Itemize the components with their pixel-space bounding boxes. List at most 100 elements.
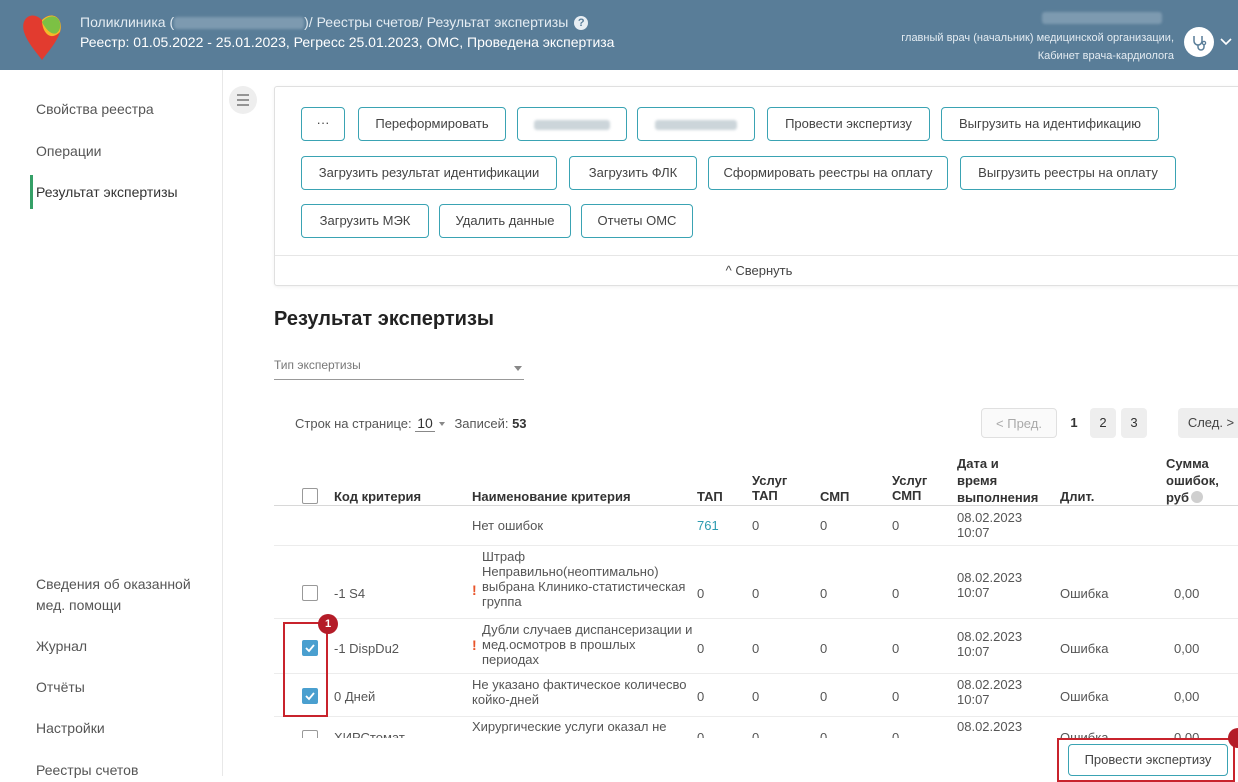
col-header-smp[interactable]: СМП [820, 489, 849, 504]
records-label: Записей: [454, 416, 509, 431]
more-actions-button[interactable]: ··· [301, 107, 345, 141]
cell-tap-link[interactable]: 761 [697, 518, 719, 533]
cell-uslug-tap: 0 [752, 730, 760, 738]
cell-name-line2: мед.осмотров в прошлых [482, 637, 636, 652]
cell-sum: 0,00 [1174, 641, 1200, 656]
table-row-partial: ХИРСтомат Хирургические услуги оказал не… [274, 717, 1238, 738]
cell-smp: 0 [820, 641, 828, 656]
reformat-button[interactable]: Переформировать [358, 107, 506, 141]
cell-name: Хирургические услуги оказал не [472, 719, 667, 734]
cell-name-line4: группа [482, 594, 522, 609]
cell-tap: 0 [697, 689, 705, 704]
help-icon[interactable]: ? [574, 16, 589, 30]
sidebar-item-expertise-result[interactable]: Результат экспертизы [36, 182, 178, 202]
form-payment-registries-button[interactable]: Сформировать реестры на оплату [708, 156, 948, 190]
cell-name: Не указано фактическое количесво койко-д… [472, 677, 687, 707]
rows-per-page-select[interactable]: 10 [415, 415, 435, 432]
cell-name-line1: Дубли случаев диспансеризации и [482, 622, 693, 637]
select-all-checkbox[interactable] [302, 488, 318, 504]
cell-date-line1: 08.02.2023 [957, 677, 1023, 692]
expertise-type-select[interactable]: Тип экспертизы [274, 358, 361, 372]
col-header-uslug-tap[interactable]: Услуг ТАП [752, 473, 787, 503]
page-1-button[interactable]: 1 [1061, 408, 1087, 438]
cell-name-line2: койко-дней [472, 692, 539, 707]
registry-info: Реестр: 01.05.2022 - 25.01.2023, Регресс… [80, 34, 614, 50]
sidebar-divider [222, 70, 223, 776]
cell-uslug-smp: 0 [892, 689, 900, 704]
breadcrumb-suffix: )/ Реестры счетов/ Результат экспертизы [304, 14, 569, 30]
sidebar [0, 70, 222, 776]
page-3-button[interactable]: 3 [1121, 408, 1147, 438]
cell-name: Дубли случаев диспансеризации и мед.осмо… [482, 622, 692, 667]
cell-smp: 0 [820, 518, 828, 533]
load-flk-button[interactable]: Загрузить ФЛК [569, 156, 697, 190]
cell-code: ХИРСтомат [334, 730, 405, 738]
col-header-date-line3: выполнения [957, 490, 1039, 505]
cell-sum: 0,00 [1174, 586, 1200, 601]
page-title: Результат экспертизы [274, 308, 494, 330]
cell-dlit: Ошибка [1060, 586, 1109, 601]
warning-icon: ! [472, 637, 477, 653]
col-header-code[interactable]: Код критерия [334, 489, 421, 504]
caret-down-icon[interactable] [438, 422, 445, 426]
cell-name-line1: Не указано фактическое количесво [472, 677, 687, 692]
help-icon[interactable] [1191, 491, 1204, 503]
pager-info: Строк на странице: 10 Записей: 53 [295, 415, 527, 432]
collapse-button[interactable]: ^ Свернуть [275, 255, 1238, 287]
col-header-sum[interactable]: Сумма ошибок, руб [1166, 456, 1219, 505]
cell-date: 08.02.2023 10:07 [957, 677, 1022, 707]
cell-uslug-tap: 0 [752, 518, 760, 533]
chevron-down-icon[interactable] [1218, 33, 1234, 49]
sidebar-item-registry-props[interactable]: Свойства реестра [36, 99, 154, 119]
user-role: главный врач (начальник) медицинской орг… [901, 32, 1174, 44]
cell-date-line1: 08.02.2023 [957, 510, 1023, 525]
sidebar-item-reports[interactable]: Отчёты [36, 677, 85, 697]
warning-icon: ! [472, 582, 477, 598]
sidebar-item-settings[interactable]: Настройки [36, 718, 105, 738]
load-mek-button[interactable]: Загрузить МЭК [301, 204, 429, 238]
user-cabinet: Кабинет врача-кардиолога [1037, 50, 1174, 62]
col-header-date[interactable]: Дата и время выполнения [957, 456, 1038, 505]
cell-name-line1: Штраф [482, 549, 526, 564]
user-name-redacted [1042, 12, 1162, 24]
export-payment-registries-button[interactable]: Выгрузить реестры на оплату [960, 156, 1176, 190]
sidebar-item-registries[interactable]: Реестры счетов [36, 760, 138, 780]
col-header-name[interactable]: Наименование критерия [472, 489, 631, 504]
col-header-date-line2: время [957, 473, 998, 488]
menu-toggle[interactable] [229, 86, 257, 114]
run-expertise-button[interactable]: Провести экспертизу [767, 107, 930, 141]
selection-highlight [283, 622, 328, 717]
col-header-date-line1: Дата и [957, 456, 999, 471]
sidebar-item-journal[interactable]: Журнал [36, 636, 87, 656]
redacted-button-1[interactable] [517, 107, 627, 141]
select-underline [274, 379, 524, 380]
app-header: Поликлиника ()/ Реестры счетов/ Результа… [0, 0, 1238, 70]
sidebar-item-care-info-line2[interactable]: мед. помощи [36, 595, 121, 615]
run-expertise-bottom-button[interactable]: Провести экспертизу [1068, 744, 1228, 776]
sidebar-item-care-info[interactable]: Сведения об оказанной [36, 574, 191, 594]
cell-uslug-smp: 0 [892, 586, 900, 601]
page-2-button[interactable]: 2 [1090, 408, 1116, 438]
redacted-button-2[interactable] [637, 107, 755, 141]
avatar[interactable] [1184, 27, 1214, 57]
col-header-uslug-smp[interactable]: Услуг СМП [892, 473, 927, 503]
col-header-dlit[interactable]: Длит. [1060, 489, 1094, 504]
col-header-sum-unit: руб [1166, 490, 1190, 505]
prev-page-button[interactable]: < Пред. [981, 408, 1057, 438]
sidebar-item-operations[interactable]: Операции [36, 141, 102, 161]
step-badge-1: 1 [318, 614, 338, 634]
hamburger-icon [237, 94, 249, 106]
export-identification-button[interactable]: Выгрузить на идентификацию [941, 107, 1159, 141]
col-header-tap[interactable]: ТАП [697, 489, 723, 504]
registry-label: Реестр: [80, 34, 134, 50]
oms-reports-button[interactable]: Отчеты ОМС [581, 204, 693, 238]
next-page-button[interactable]: След. > [1178, 408, 1238, 438]
col-header-uslug-smp-line1: Услуг [892, 473, 928, 488]
row-checkbox[interactable] [302, 730, 318, 738]
delete-data-button[interactable]: Удалить данные [439, 204, 571, 238]
caret-down-icon[interactable] [514, 366, 522, 371]
load-identification-result-button[interactable]: Загрузить результат идентификации [301, 156, 557, 190]
row-checkbox[interactable] [302, 585, 318, 601]
cell-tap: 0 [697, 586, 705, 601]
cell-sum: 0,00 [1174, 689, 1200, 704]
